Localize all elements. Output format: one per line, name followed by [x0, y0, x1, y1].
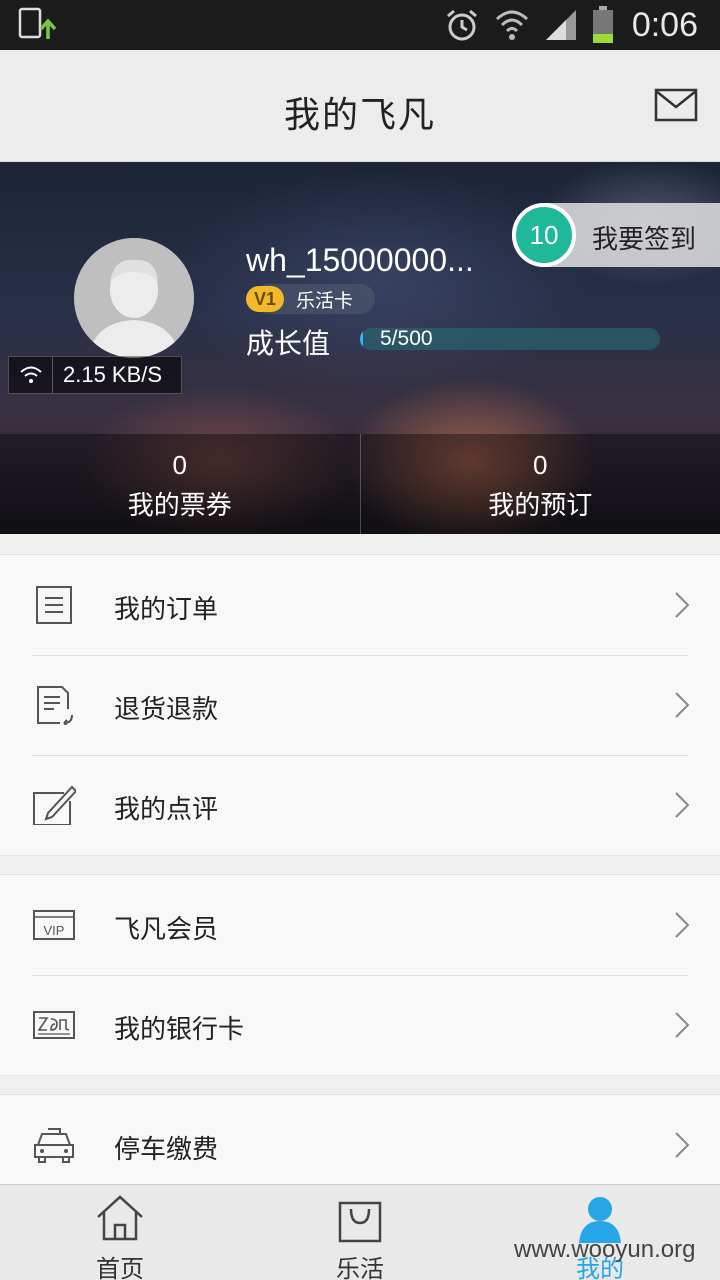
menu-item-label: 停车缴费: [114, 1135, 219, 1165]
chevron-right-icon: [675, 1132, 690, 1158]
menu-item-bank-cards[interactable]: 我的银行卡: [0, 975, 720, 1075]
car-icon: [34, 1128, 74, 1163]
growth-progress-bar: 5/500: [360, 328, 660, 350]
clock: 0:06: [631, 5, 698, 44]
stat-count: 0: [533, 450, 548, 480]
username: wh_15000000...: [246, 242, 474, 278]
growth-label: 成长值: [246, 327, 331, 360]
growth-progress-fill: [360, 328, 363, 350]
stat-label: 我的预订: [488, 491, 593, 521]
menu-item-reviews[interactable]: 我的点评: [0, 755, 720, 855]
avatar[interactable]: [74, 238, 194, 358]
menu-item-label: 飞凡会员: [114, 915, 219, 945]
growth-progress-text: 5/500: [380, 328, 433, 350]
growth-row: 成长值: [246, 322, 330, 362]
stat-label: 我的票券: [127, 491, 232, 521]
menu-group-orders: 我的订单 退货退款 我的点评: [0, 554, 720, 856]
signal-icon: [545, 10, 576, 40]
chevron-right-icon: [675, 692, 690, 718]
svg-text:VIP: VIP: [44, 923, 65, 938]
stats-bar: 0 我的票券 0 我的预订: [0, 434, 720, 534]
profile-header: 2.15 KB/S wh_15000000... V1 乐活卡 成长值 5/50…: [0, 162, 720, 534]
tab-home[interactable]: 首页: [0, 1185, 240, 1280]
download-icon: [18, 7, 57, 39]
tab-mine[interactable]: 我的: [480, 1185, 720, 1280]
chevron-right-icon: [675, 592, 690, 618]
status-icons: 0:06: [444, 0, 698, 50]
tab-label: 乐活: [336, 1255, 384, 1280]
menu-group-membership: VIP 飞凡会员 我的银行卡: [0, 874, 720, 1076]
menu-item-refund[interactable]: 退货退款: [0, 655, 720, 755]
page-title: 我的飞凡: [283, 95, 436, 136]
chevron-right-icon: [675, 792, 690, 818]
alarm-icon: [446, 9, 477, 41]
menu-item-orders[interactable]: 我的订单: [0, 555, 720, 655]
stat-tickets[interactable]: 0 我的票券: [0, 434, 360, 534]
menu-item-parking[interactable]: 停车缴费: [0, 1095, 720, 1195]
stat-bookings[interactable]: 0 我的预订: [359, 434, 720, 534]
battery-icon: [592, 6, 613, 43]
wifi-icon: [495, 10, 528, 40]
menu-item-label: 我的点评: [114, 795, 219, 825]
net-speed-value: 2.15 KB/S: [63, 362, 163, 387]
menu-item-label: 退货退款: [114, 695, 219, 725]
menu-group-services: 停车缴费: [0, 1094, 720, 1194]
stat-count: 0: [172, 450, 187, 480]
bottom-nav: 首页 乐活 我的: [0, 1184, 720, 1280]
signin-count-badge: 10: [512, 203, 576, 267]
default-avatar-icon: [74, 238, 194, 358]
order-list-icon: [36, 586, 72, 624]
chevron-right-icon: [675, 912, 690, 938]
watermark: www.wooyun.org: [514, 1236, 696, 1263]
tab-lehuo[interactable]: 乐活: [240, 1185, 480, 1280]
menu-item-label: 我的银行卡: [114, 1015, 245, 1045]
shopping-bag-icon: [338, 1201, 382, 1243]
review-edit-icon: [33, 785, 76, 825]
bank-card-icon: [33, 1011, 75, 1039]
menu-item-vip[interactable]: VIP 飞凡会员: [0, 875, 720, 975]
title-bar: 我的飞凡: [0, 50, 720, 162]
app-screen: 0:06 我的飞凡 2.15 KB/S wh_15000000... V1 乐活…: [0, 0, 720, 1280]
member-level[interactable]: V1 乐活卡: [246, 284, 376, 314]
net-speed-indicator: 2.15 KB/S: [8, 356, 182, 394]
refund-icon: [37, 686, 73, 725]
vip-card-icon: VIP: [33, 910, 75, 940]
chevron-right-icon: [675, 1012, 690, 1038]
mail-icon[interactable]: [654, 88, 698, 122]
tab-label: 首页: [96, 1255, 144, 1280]
signin-label: 我要签到: [592, 225, 697, 255]
menu-item-label: 我的订单: [114, 595, 219, 625]
signin-button[interactable]: 10 我要签到: [512, 203, 720, 267]
home-icon: [97, 1195, 143, 1241]
wifi-icon: [19, 366, 42, 383]
level-badge: V1: [246, 286, 285, 312]
status-bar: 0:06: [0, 0, 720, 50]
